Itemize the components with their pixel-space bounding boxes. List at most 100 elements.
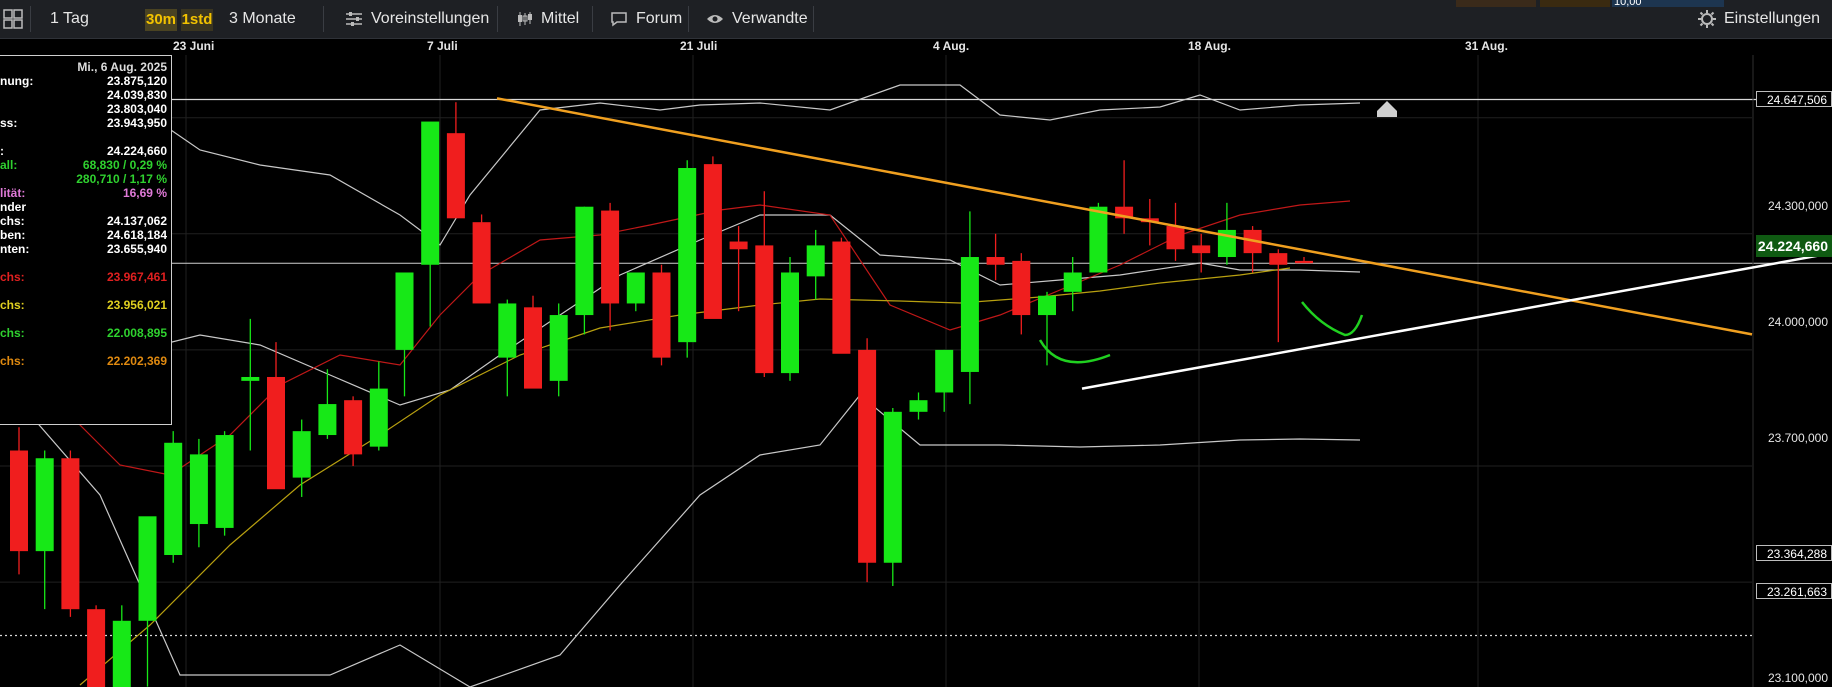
info-value: 16,69 % bbox=[122, 186, 167, 200]
candle bbox=[35, 450, 54, 610]
candle bbox=[986, 233, 1005, 281]
candle-body bbox=[1063, 272, 1082, 292]
info-value: 23.967,461 bbox=[106, 270, 167, 284]
layout-toggle-button[interactable] bbox=[0, 6, 26, 32]
support-trendline bbox=[1081, 251, 1832, 390]
candle bbox=[241, 318, 260, 451]
info-row: chs: 23.967,461 bbox=[0, 270, 170, 286]
bollinger-bands bbox=[0, 55, 1361, 687]
info-label: chs: bbox=[0, 214, 25, 228]
candle-body bbox=[267, 376, 285, 490]
candle-body bbox=[87, 609, 106, 687]
presets-label: Voreinstellungen bbox=[371, 10, 490, 27]
candle bbox=[61, 450, 80, 617]
candle bbox=[626, 272, 645, 312]
info-label: nder bbox=[0, 200, 27, 214]
info-value: 280,710 / 1,17 % bbox=[76, 172, 167, 186]
info-label: all: bbox=[0, 158, 18, 172]
candle-body bbox=[626, 272, 645, 304]
forum-button[interactable]: Forum bbox=[600, 6, 692, 32]
toolbar-separator bbox=[688, 6, 689, 32]
candle-body bbox=[652, 272, 671, 358]
candle-body bbox=[1295, 260, 1313, 264]
candle-body bbox=[164, 442, 183, 556]
candle bbox=[1063, 257, 1082, 312]
info-row: nten: 23.655,940 bbox=[0, 242, 170, 258]
indicator-button[interactable]: Mittel bbox=[507, 6, 589, 32]
settings-label: Einstellungen bbox=[1724, 10, 1821, 27]
related-label: Verwandte bbox=[732, 10, 808, 27]
ema-line bbox=[0, 200, 1351, 476]
info-row: ss: 23.943,950 bbox=[0, 116, 170, 132]
candle bbox=[318, 369, 337, 439]
interval-30m-button[interactable]: 30m bbox=[145, 9, 177, 31]
candle-body bbox=[10, 450, 28, 552]
candle bbox=[1012, 253, 1031, 335]
price-label-upper-band: 24.647,506 bbox=[1756, 91, 1832, 107]
candle bbox=[446, 102, 465, 219]
candle bbox=[472, 214, 491, 304]
period-selector[interactable]: 1 Tag bbox=[50, 8, 89, 30]
candle bbox=[755, 191, 774, 377]
current-price-label: 24.224,660 bbox=[1756, 235, 1832, 257]
related-button[interactable]: Verwandte bbox=[696, 6, 818, 32]
info-label: ben: bbox=[0, 228, 26, 242]
candle-body bbox=[909, 400, 928, 412]
range-selector[interactable]: 3 Monate bbox=[229, 8, 296, 30]
x-tick-label: 31 Aug. bbox=[1465, 39, 1508, 53]
info-value: 23.803,040 bbox=[106, 102, 167, 116]
candle-body bbox=[524, 307, 542, 389]
candle bbox=[935, 349, 954, 412]
info-value: 68,830 / 0,29 % bbox=[82, 158, 167, 172]
info-value: 23.655,940 bbox=[106, 242, 167, 256]
candle bbox=[292, 419, 311, 497]
candle-body bbox=[446, 133, 465, 219]
candle bbox=[1243, 226, 1262, 273]
candle bbox=[703, 156, 722, 319]
candlestick-chart[interactable] bbox=[0, 55, 1832, 687]
x-tick-label: 4 Aug. bbox=[933, 39, 970, 53]
candle bbox=[267, 342, 285, 490]
candle bbox=[858, 338, 877, 583]
candle bbox=[729, 226, 748, 312]
info-row: chs: 23.956,021 bbox=[0, 298, 170, 314]
forum-label: Forum bbox=[636, 10, 683, 27]
candle-body bbox=[472, 222, 491, 304]
gear-icon bbox=[1698, 9, 1716, 28]
candle bbox=[883, 407, 902, 586]
candle-body bbox=[832, 241, 851, 354]
x-tick-label: 21 Juli bbox=[680, 39, 718, 53]
info-value: 24.137,062 bbox=[106, 214, 167, 228]
marker-icon bbox=[1377, 101, 1397, 117]
toolbar-separator bbox=[497, 6, 498, 32]
hand-drawn-mark bbox=[1038, 339, 1111, 364]
candle bbox=[1295, 257, 1313, 264]
info-label: nten: bbox=[0, 242, 30, 256]
price-strip-amber bbox=[1540, 0, 1610, 7]
candle-body bbox=[935, 349, 954, 393]
candle-body bbox=[35, 458, 54, 552]
candle-body bbox=[1038, 295, 1056, 316]
interval-1std-button[interactable]: 1std bbox=[181, 9, 213, 31]
candle bbox=[1115, 160, 1134, 234]
candle-body bbox=[1012, 260, 1031, 316]
candle-body bbox=[549, 315, 568, 381]
candle-body bbox=[318, 404, 337, 436]
info-value: 22.008,895 bbox=[106, 326, 167, 340]
presets-button[interactable]: Voreinstellungen bbox=[335, 6, 499, 32]
candle-body bbox=[806, 245, 825, 277]
grid-icon bbox=[3, 9, 23, 29]
price-label-dotted: 23.261,663 bbox=[1756, 583, 1832, 599]
price-tick-label: 23.100,000 bbox=[1767, 671, 1828, 685]
candle-body bbox=[678, 168, 697, 343]
candle bbox=[832, 237, 851, 354]
toolbar-separator bbox=[813, 6, 814, 32]
candle bbox=[601, 202, 620, 331]
toolbar-separator bbox=[30, 6, 31, 32]
settings-button[interactable]: Einstellungen bbox=[1688, 6, 1830, 32]
candle bbox=[909, 392, 928, 420]
candle bbox=[960, 211, 979, 405]
candle bbox=[112, 605, 131, 687]
top-price-value: 10,00 bbox=[1614, 0, 1642, 8]
eye-icon bbox=[707, 14, 723, 23]
